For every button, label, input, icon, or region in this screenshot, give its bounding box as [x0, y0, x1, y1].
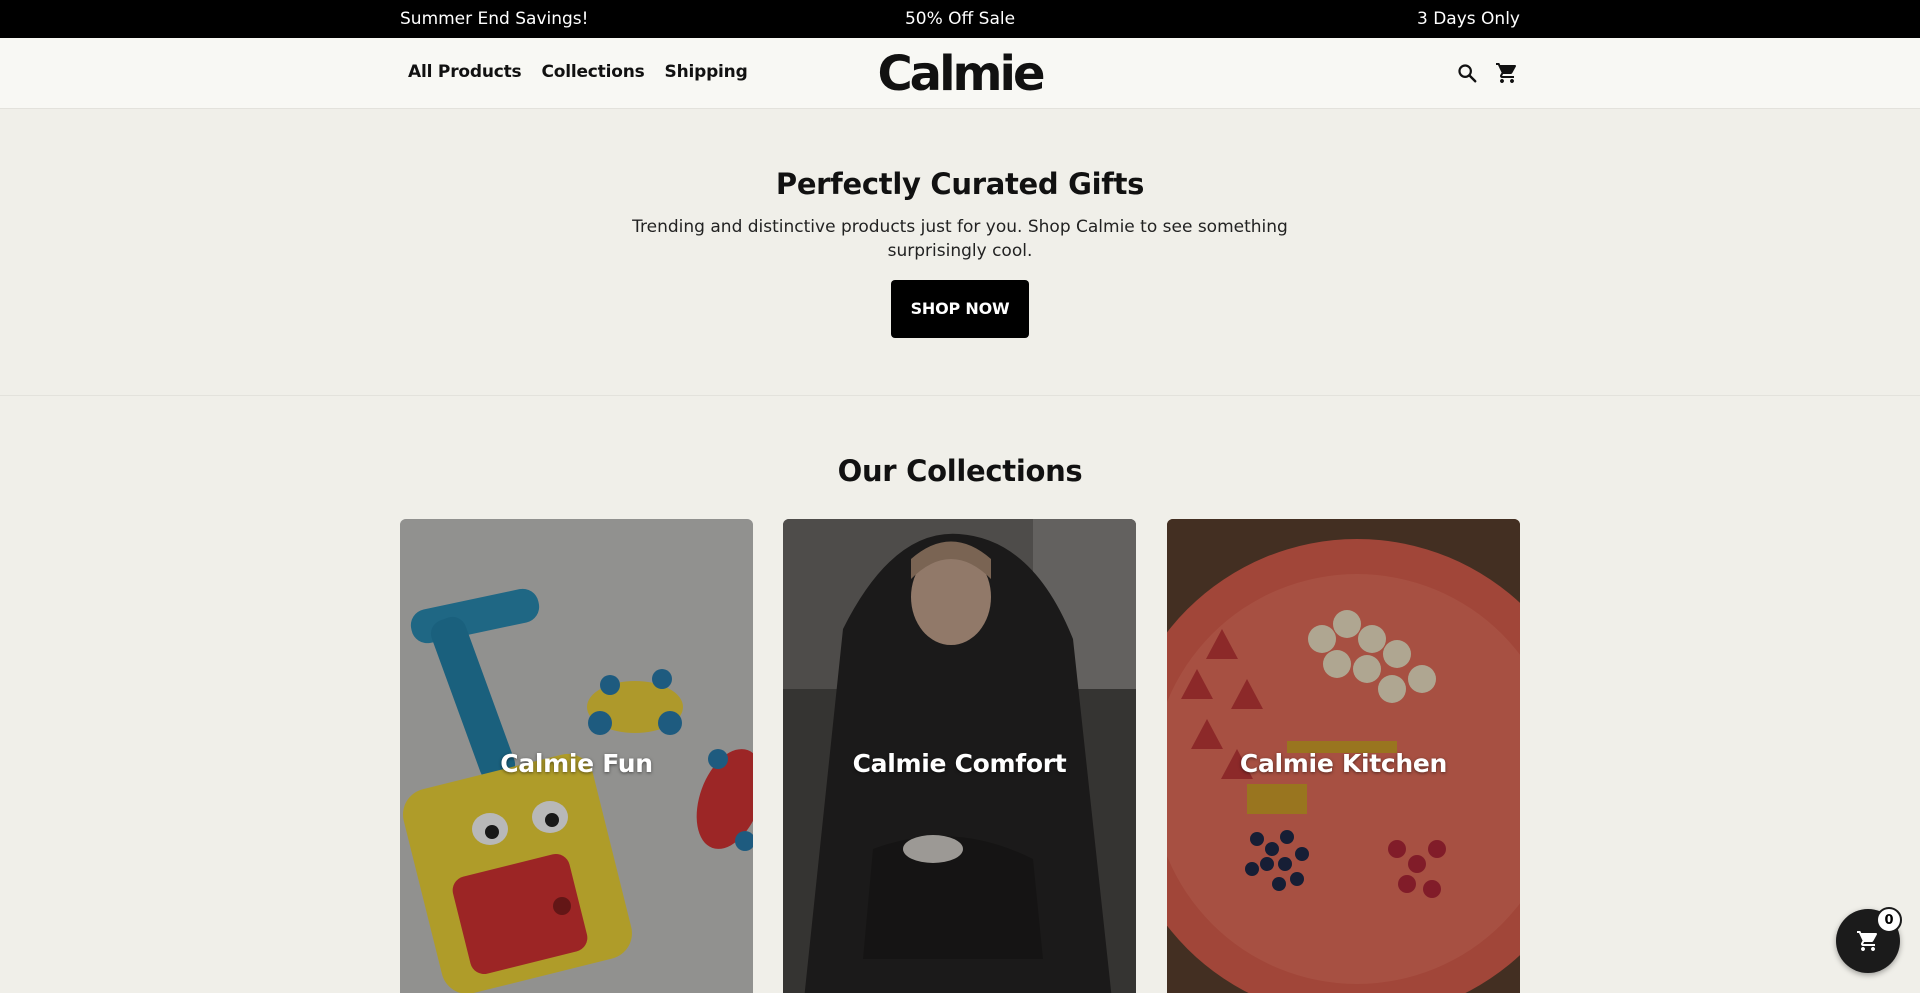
- collection-label-fun: Calmie Fun: [500, 749, 653, 778]
- nav-shipping[interactable]: Shipping: [665, 62, 748, 82]
- nav-all-products[interactable]: All Products: [408, 62, 522, 82]
- search-icon[interactable]: [1454, 60, 1480, 86]
- shop-now-button[interactable]: SHOP NOW: [891, 280, 1029, 338]
- hero-section: Perfectly Curated Gifts Trending and dis…: [0, 109, 1920, 396]
- header-icons: [1454, 60, 1520, 86]
- collections-title: Our Collections: [837, 454, 1083, 488]
- collection-card-comfort[interactable]: Calmie Comfort: [783, 519, 1136, 993]
- site-header: All Products Collections Shipping Calmie: [0, 38, 1920, 109]
- collection-label-kitchen: Calmie Kitchen: [1239, 749, 1448, 778]
- nav-collections[interactable]: Collections: [541, 62, 644, 82]
- floating-cart-button[interactable]: 0: [1836, 907, 1902, 973]
- cart-icon[interactable]: [1494, 60, 1520, 86]
- announcement-bar: Summer End Savings! 50% Off Sale 3 Days …: [0, 0, 1920, 38]
- cart-count-badge: 0: [1876, 907, 1902, 933]
- announcement-left: Summer End Savings!: [400, 9, 589, 29]
- cart-icon: [1857, 931, 1878, 951]
- hero-subtitle: Trending and distinctive products just f…: [632, 217, 1288, 261]
- collection-card-fun[interactable]: Calmie Fun: [400, 519, 753, 993]
- hero-title: Perfectly Curated Gifts: [775, 167, 1145, 201]
- collection-label-comfort: Calmie Comfort: [852, 749, 1067, 778]
- announcement-right: 3 Days Only: [1417, 9, 1520, 29]
- collections-section: Our Collections: [0, 454, 1920, 488]
- main-nav: All Products Collections Shipping: [408, 62, 748, 82]
- collection-card-kitchen[interactable]: Calmie Kitchen: [1167, 519, 1520, 993]
- announcement-center: 50% Off Sale: [904, 9, 1016, 29]
- site-logo[interactable]: Calmie: [877, 46, 1045, 102]
- collection-cards: Calmie Fun Calmie Comfort Calmie Kitchen: [400, 519, 1520, 993]
